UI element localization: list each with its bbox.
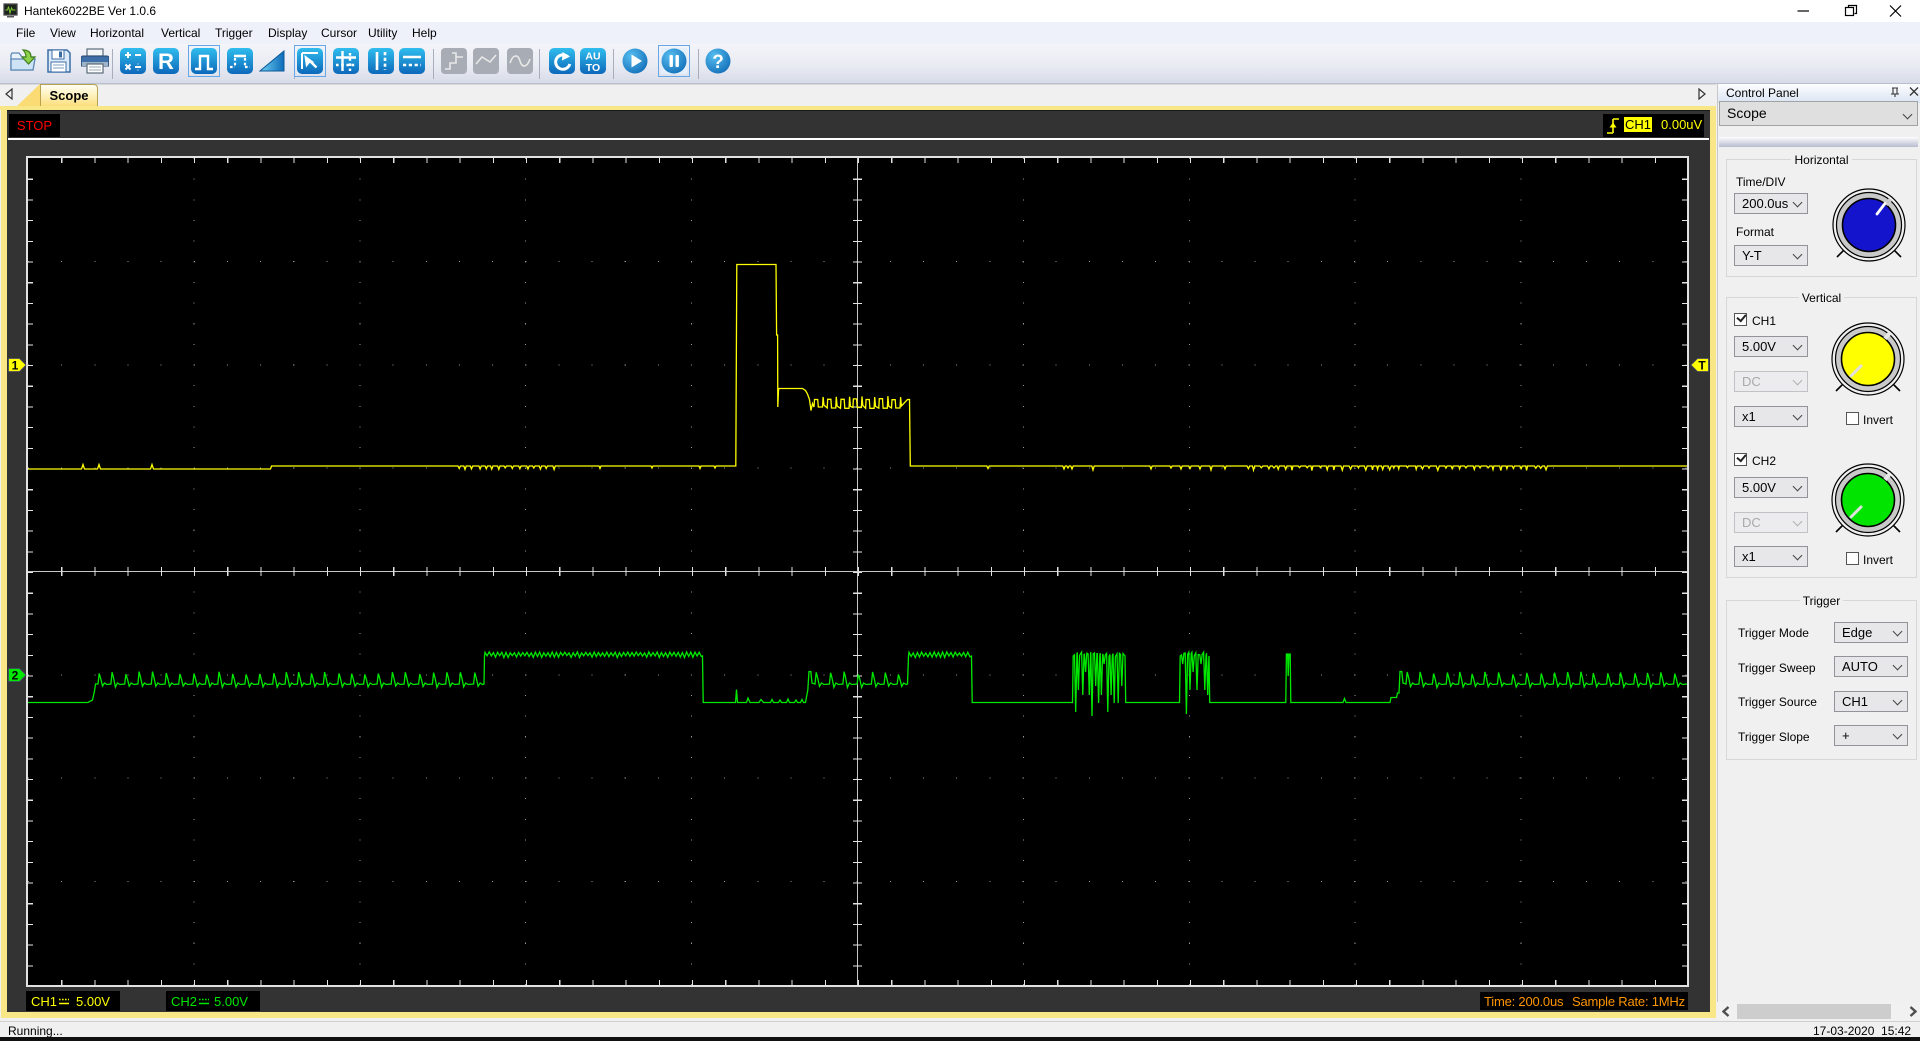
svg-text:1: 1 xyxy=(12,359,19,373)
svg-text:?: ? xyxy=(712,52,724,73)
svg-text:AU: AU xyxy=(585,51,600,63)
svg-text:TO: TO xyxy=(586,62,600,74)
svg-text:T: T xyxy=(1698,359,1706,373)
svg-text:R: R xyxy=(158,49,174,74)
svg-text:2: 2 xyxy=(12,669,19,683)
